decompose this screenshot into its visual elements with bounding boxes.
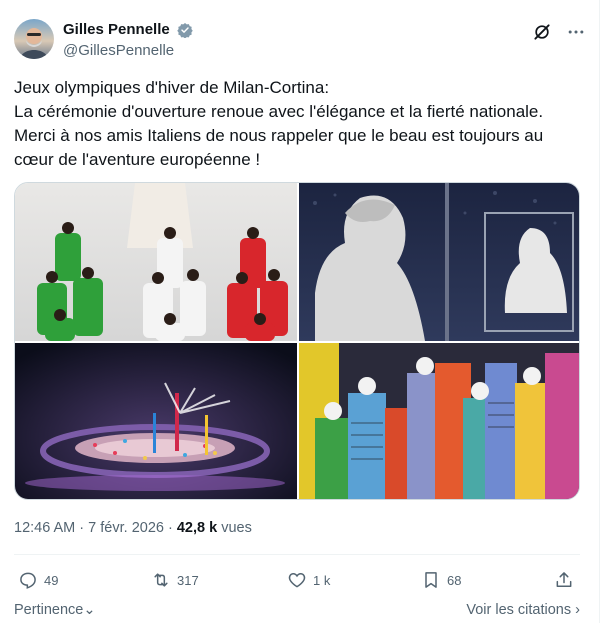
grok-icon[interactable] (532, 22, 552, 42)
reply-icon (20, 572, 36, 589)
meta-separator: · (79, 520, 85, 536)
tweet-footer: Pertinence⌄ Voir les citations › (14, 602, 580, 622)
tweet-line: cœur de l'aventure européenne ! (14, 150, 261, 169)
tweet-date[interactable]: 7 févr. 2026 (88, 520, 164, 536)
repost-button[interactable]: 317 (151, 568, 199, 592)
reply-count: 49 (44, 572, 59, 588)
heart-icon (288, 572, 306, 588)
sort-label: Pertinence (14, 602, 84, 618)
display-name[interactable]: Gilles Pennelle (63, 20, 170, 39)
reply-button[interactable]: 49 (18, 568, 58, 592)
author-names: Gilles Pennelle @GillesPennelle (63, 20, 193, 61)
media-photo-3[interactable] (15, 343, 297, 500)
tweet-line: La cérémonie d'ouverture renoue avec l'é… (14, 102, 544, 121)
verified-badge-icon (177, 22, 193, 38)
bookmark-button[interactable]: 68 (421, 568, 461, 592)
bookmark-icon (425, 572, 437, 588)
meta-separator: · (167, 520, 173, 536)
tweet-line: Jeux olympiques d'hiver de Milan-Cortina… (14, 78, 330, 97)
share-icon (556, 572, 572, 587)
views-label: vues (221, 520, 252, 536)
share-button[interactable] (554, 568, 580, 592)
chevron-right-icon: › (575, 602, 580, 618)
handle[interactable]: @GillesPennelle (63, 41, 193, 61)
divider (14, 554, 580, 555)
media-photo-1[interactable] (15, 183, 297, 341)
media-photo-4[interactable] (299, 343, 580, 500)
tweet-line: Merci à nos amis Italiens de nous rappel… (14, 126, 544, 145)
like-button[interactable]: 1 k (287, 568, 330, 592)
sort-dropdown[interactable]: Pertinence⌄ (14, 602, 95, 618)
tweet-text: Jeux olympiques d'hiver de Milan-Cortina… (14, 76, 574, 172)
action-bar: 49 317 1 k 68 (14, 568, 580, 592)
repost-icon (154, 573, 168, 587)
like-count: 1 k (313, 572, 331, 588)
more-options-icon[interactable] (566, 22, 586, 42)
repost-count: 317 (177, 572, 199, 588)
view-quotes-link[interactable]: Voir les citations › (466, 602, 580, 618)
chevron-down-icon: ⌄ (83, 602, 96, 618)
quotes-label: Voir les citations (466, 602, 572, 618)
tweet-meta: 12:46 AM · 7 févr. 2026 · 42,8 k vues (14, 520, 252, 536)
tweet-header: Gilles Pennelle @GillesPennelle (14, 19, 586, 63)
media-grid (14, 182, 580, 500)
tweet-time[interactable]: 12:46 AM (14, 520, 75, 536)
bookmark-count: 68 (447, 572, 462, 588)
media-photo-2[interactable] (299, 183, 580, 341)
avatar[interactable] (14, 19, 54, 59)
views-count: 42,8 k (176, 520, 218, 536)
